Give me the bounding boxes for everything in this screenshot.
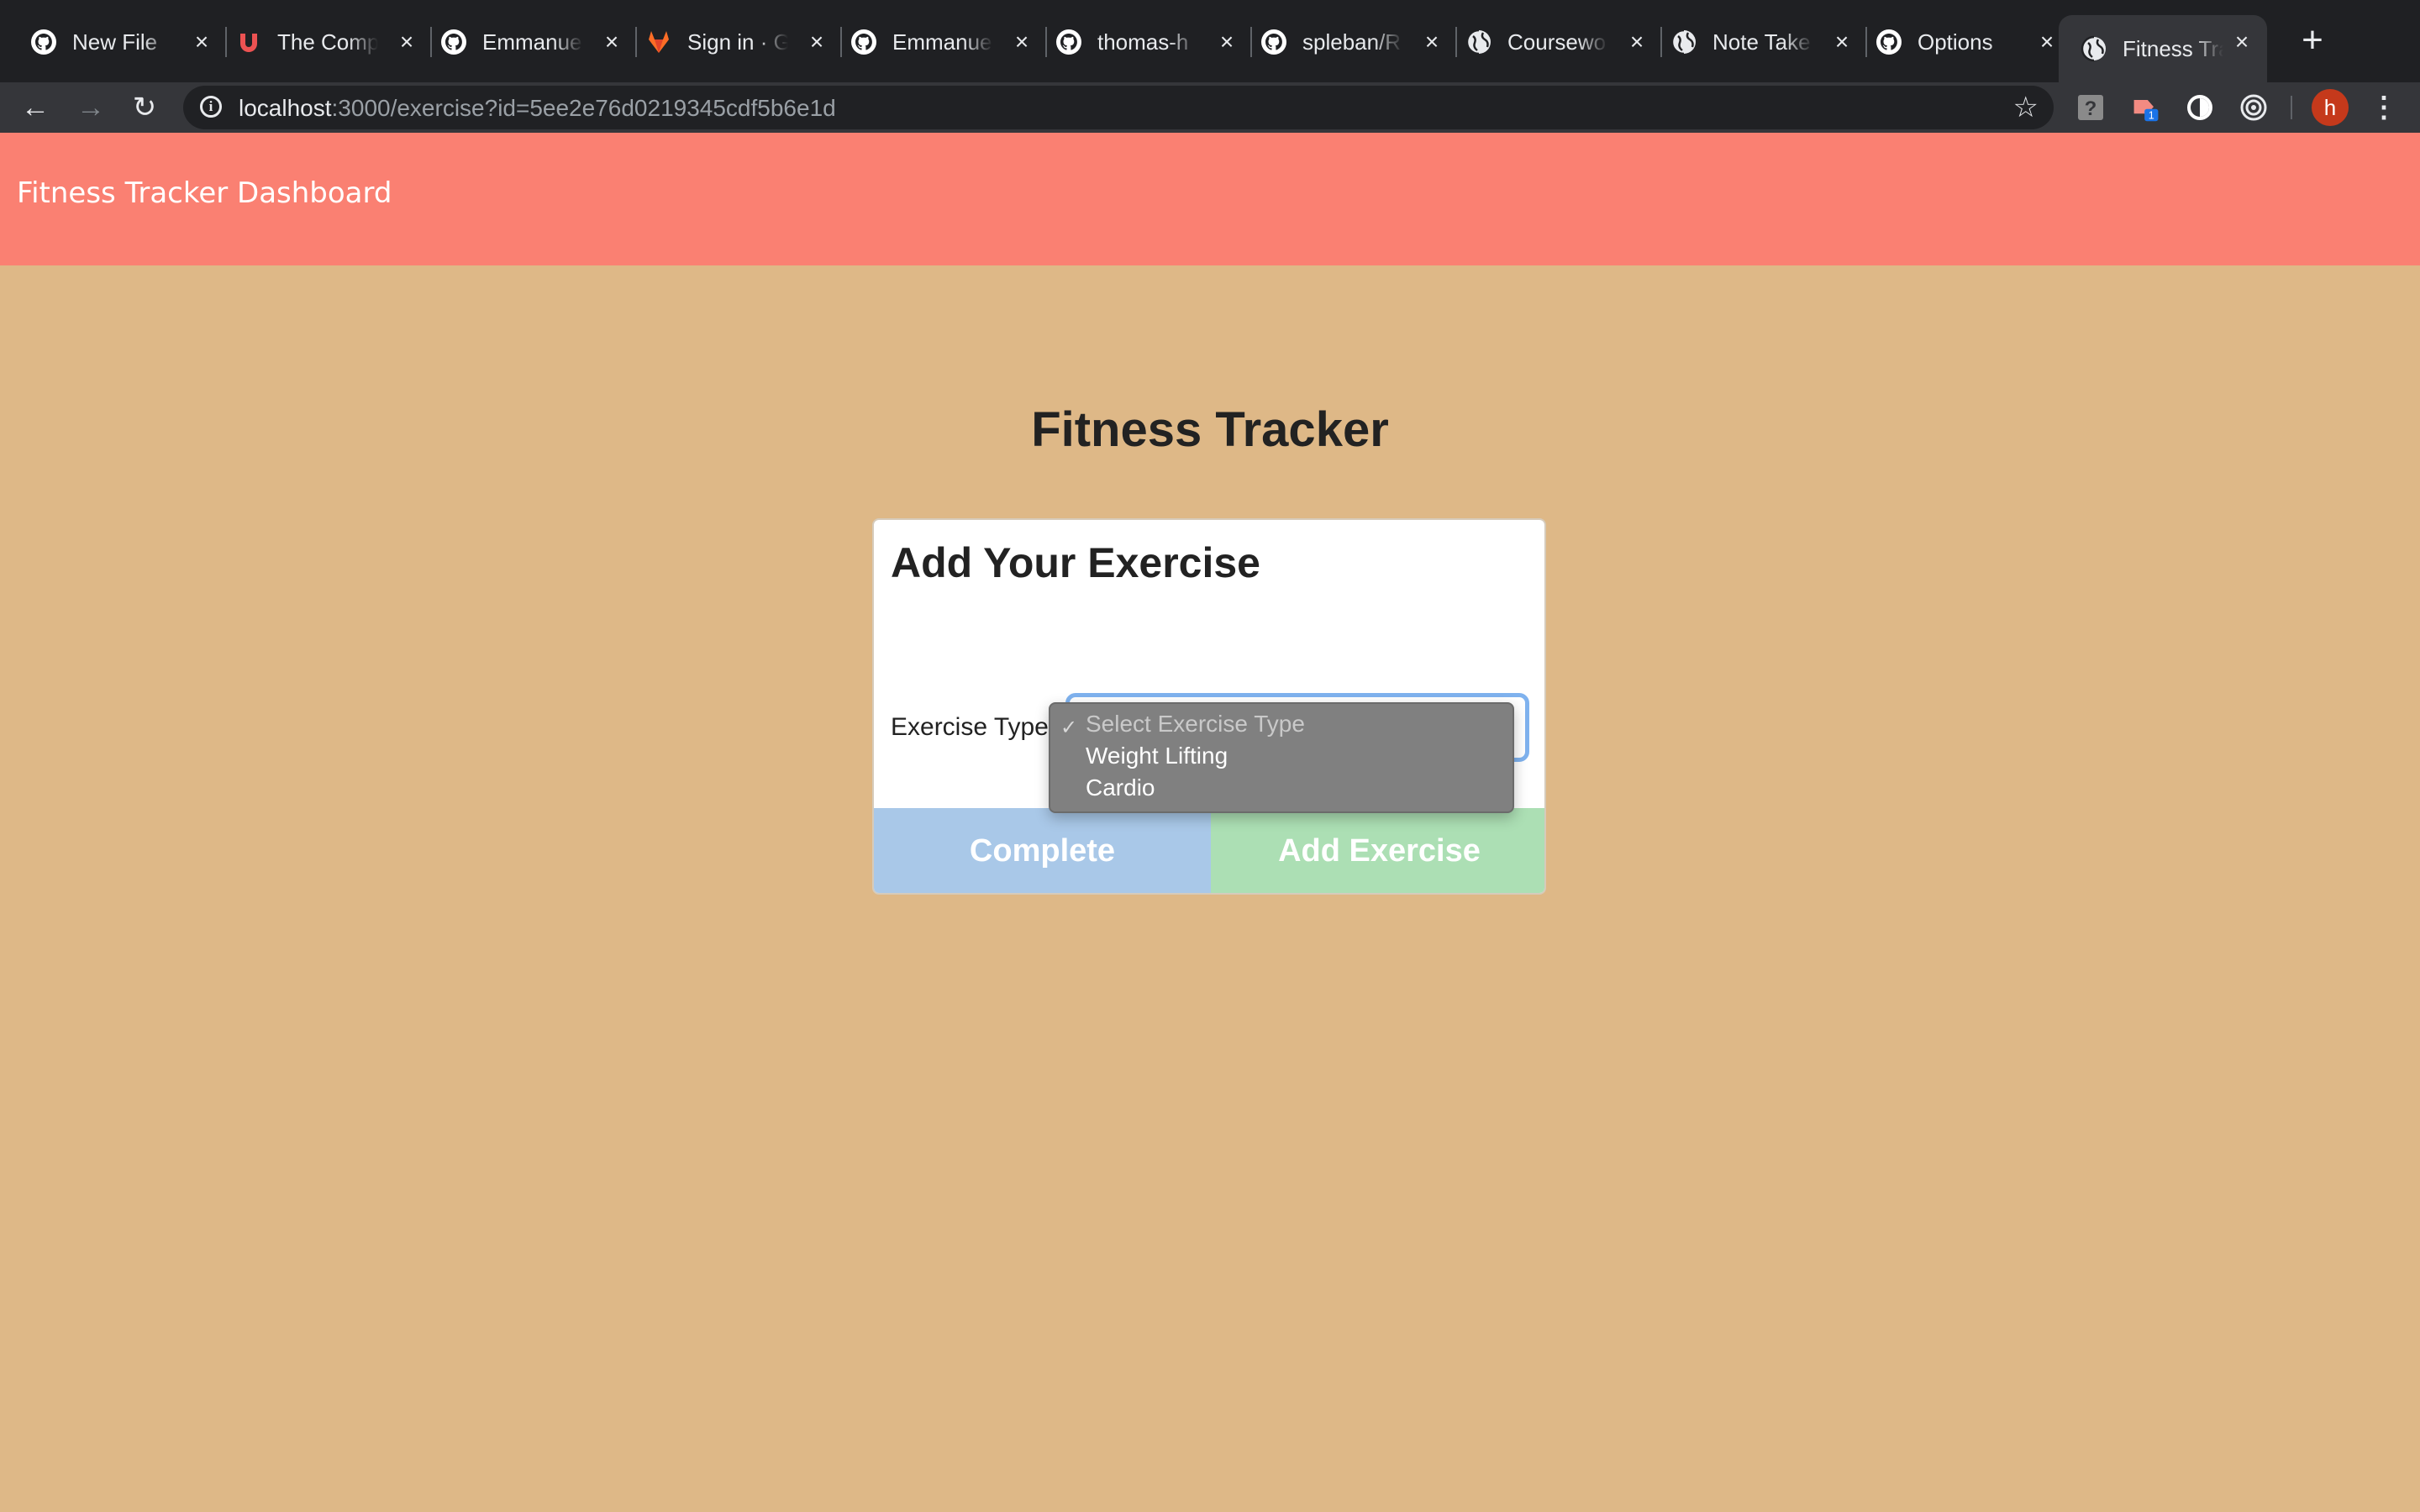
tab-title: The Comp xyxy=(277,29,378,55)
close-tab-icon[interactable]: × xyxy=(1417,27,1447,57)
browser-tab[interactable]: Options × xyxy=(1876,15,2062,69)
navbar-brand[interactable]: Fitness Tracker Dashboard xyxy=(17,176,392,210)
site-info-icon[interactable]: i xyxy=(200,96,222,118)
reload-icon[interactable]: ↻ xyxy=(128,91,161,124)
bookmark-star-icon[interactable]: ☆ xyxy=(2013,91,2039,124)
tab-separator xyxy=(635,27,637,57)
tab-separator xyxy=(430,27,432,57)
gitlab-icon xyxy=(645,29,672,55)
tab-separator xyxy=(1660,27,1662,57)
browser-tab[interactable]: Sign in · G × xyxy=(645,15,832,69)
tab-title: Sign in · G xyxy=(687,29,788,55)
circle-extension-icon[interactable] xyxy=(2185,92,2215,123)
option-cardio[interactable]: Cardio xyxy=(1086,774,1155,801)
address-bar[interactable]: i localhost:3000/exercise?id=5ee2e76d021… xyxy=(183,86,2054,129)
browser-tab[interactable]: thomas-h × xyxy=(1055,15,1242,69)
close-tab-icon[interactable]: × xyxy=(2032,27,2062,57)
browser-tab-bar: New File × The Comp × Emmanuel × Sign in · G × E… xyxy=(0,0,2420,82)
tab-title: Emmanuel xyxy=(892,29,993,55)
exercise-type-label: Exercise Type: xyxy=(891,713,1056,741)
browser-tab[interactable]: Emmanuel × xyxy=(850,15,1037,69)
tab-title: New File xyxy=(72,29,158,55)
tab-title: Coursewo xyxy=(1507,29,1607,55)
card-title: Add Your Exercise xyxy=(891,539,1260,586)
browser-tab[interactable]: Note Take × xyxy=(1670,15,1857,69)
github-icon xyxy=(1055,29,1082,55)
page-title: Fitness Tracker xyxy=(1031,402,1389,457)
tab-title: Options xyxy=(1918,29,1993,55)
close-tab-icon[interactable]: × xyxy=(597,27,627,57)
globe-icon xyxy=(1670,29,1697,55)
tab-separator xyxy=(1250,27,1252,57)
complete-button[interactable]: Complete xyxy=(874,808,1211,893)
tab-separator xyxy=(1865,27,1867,57)
option-select-exercise-type[interactable]: Select Exercise Type xyxy=(1086,711,1305,738)
url-host: localhost xyxy=(239,95,332,121)
close-tab-icon[interactable]: × xyxy=(1622,27,1652,57)
tab-extension-icon[interactable]: 1 xyxy=(2131,92,2161,123)
back-arrow-icon[interactable]: ← xyxy=(18,91,52,124)
tab-title: thomas-h xyxy=(1097,29,1189,55)
svg-text:?: ? xyxy=(2085,97,2097,120)
tab-title: spleban/R xyxy=(1302,29,1402,55)
github-icon xyxy=(30,29,57,55)
new-tab-button[interactable]: + xyxy=(2296,22,2329,59)
extension-badge: 1 xyxy=(2149,110,2154,122)
github-icon xyxy=(440,29,467,55)
tab-title: Emmanuel xyxy=(482,29,583,55)
close-tab-icon[interactable]: × xyxy=(2227,27,2257,57)
github-icon xyxy=(1876,29,1902,55)
close-tab-icon[interactable]: × xyxy=(1007,27,1037,57)
github-icon xyxy=(850,29,877,55)
tab-separator xyxy=(1455,27,1457,57)
globe-icon xyxy=(2081,35,2107,62)
tab-title: Note Take xyxy=(1712,29,1811,55)
option-weight-lifting[interactable]: Weight Lifting xyxy=(1086,743,1228,769)
help-extension-icon[interactable]: ? xyxy=(2075,92,2106,123)
close-tab-icon[interactable]: × xyxy=(1212,27,1242,57)
tab-separator xyxy=(1045,27,1047,57)
browser-tab[interactable]: Emmanuel × xyxy=(440,15,627,69)
browser-tab[interactable]: Coursewo × xyxy=(1465,15,1652,69)
browser-menu-icon[interactable]: ⋮ xyxy=(2370,89,2398,126)
browser-toolbar: ← → ↻ i localhost:3000/exercise?id=5ee2e… xyxy=(0,82,2420,133)
tab-title: Fitness Tra xyxy=(2123,35,2223,61)
browser-tab[interactable]: Fitness Tra × xyxy=(2059,15,2267,82)
close-tab-icon[interactable]: × xyxy=(802,27,832,57)
browser-tab[interactable]: New File × xyxy=(30,15,217,69)
tab-separator xyxy=(225,27,227,57)
add-exercise-button[interactable]: Add Exercise xyxy=(1211,808,1544,893)
close-tab-icon[interactable]: × xyxy=(187,27,217,57)
profile-avatar[interactable]: h xyxy=(2312,89,2349,126)
browser-tab[interactable]: spleban/R × xyxy=(1260,15,1447,69)
url-path: :3000/exercise?id=5ee2e76d0219345cdf5b6e… xyxy=(331,95,836,121)
globe-icon xyxy=(1465,29,1492,55)
github-icon xyxy=(1260,29,1287,55)
tab-separator xyxy=(840,27,842,57)
checkmark-icon: ✓ xyxy=(1060,717,1078,739)
udemy-icon xyxy=(235,29,262,55)
url-text[interactable]: localhost:3000/exercise?id=5ee2e76d02193… xyxy=(239,95,836,122)
toolbar-divider xyxy=(2291,96,2292,119)
close-tab-icon[interactable]: × xyxy=(392,27,422,57)
target-extension-icon[interactable] xyxy=(2238,92,2269,123)
close-tab-icon[interactable]: × xyxy=(1827,27,1857,57)
exercise-type-dropdown: ✓ Select Exercise Type Weight Lifting Ca… xyxy=(1049,702,1514,813)
app-navbar: Fitness Tracker Dashboard xyxy=(0,133,2420,265)
forward-arrow-icon[interactable]: → xyxy=(74,91,108,124)
browser-tab[interactable]: The Comp × xyxy=(235,15,422,69)
